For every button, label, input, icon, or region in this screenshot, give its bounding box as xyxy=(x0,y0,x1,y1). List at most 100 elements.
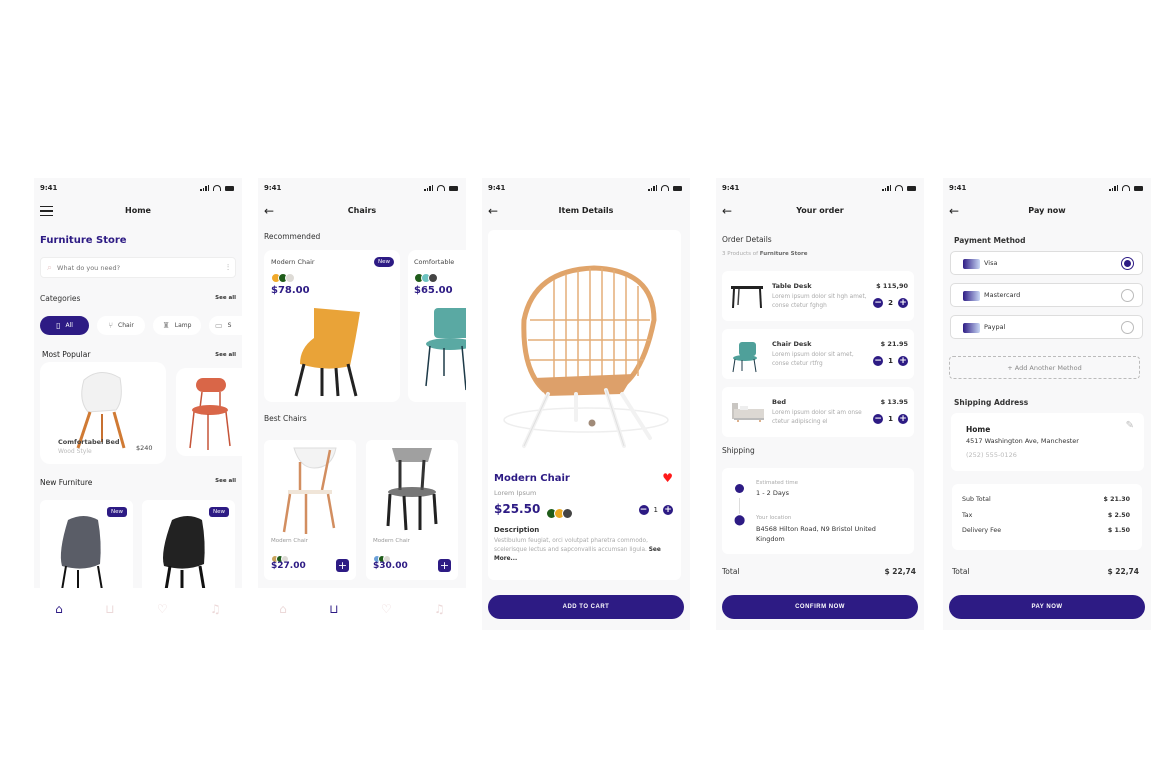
decrease-button[interactable]: − xyxy=(638,505,649,515)
add-method-button[interactable]: + Add Another Method xyxy=(949,356,1140,379)
summary-card: Sub Total $ 21.30 Tax $ 2.50 Delivery Fee $ 1… xyxy=(952,484,1142,550)
filter-icon[interactable]: ⫶ xyxy=(227,263,229,273)
back-arrow-icon[interactable]: ← xyxy=(264,205,274,217)
new-item-card[interactable]: New xyxy=(40,500,133,600)
increase-button[interactable]: + xyxy=(663,505,673,515)
description-body: Vestibulum feugiat, orci volutpat pharet… xyxy=(494,538,648,553)
recommended-card[interactable]: Comfortable $65.00 xyxy=(408,250,466,402)
home-icon[interactable]: ⌂ xyxy=(279,602,287,616)
recommended-heading: Recommended xyxy=(264,232,321,241)
confirm-now-button[interactable]: CONFIRM NOW xyxy=(722,595,918,619)
decrease-button[interactable]: − xyxy=(873,298,884,308)
swatch[interactable] xyxy=(428,273,438,283)
address-card: Home 4517 Washington Ave, Manchester (25… xyxy=(951,413,1144,471)
decrease-button[interactable]: − xyxy=(873,356,884,366)
address-name: Home xyxy=(966,425,991,434)
payment-method-option[interactable]: Paypal xyxy=(950,315,1143,339)
wifi-icon xyxy=(895,185,903,191)
clock-icon xyxy=(735,484,744,493)
order-details-heading: Order Details xyxy=(722,235,772,244)
heart-icon[interactable]: ♡ xyxy=(157,602,168,616)
swatch[interactable] xyxy=(562,508,573,519)
orange-chair-image xyxy=(294,308,360,397)
new-see-all[interactable]: See all xyxy=(215,478,236,484)
address-phone: (252) 555-0126 xyxy=(966,451,1017,459)
decrease-button[interactable]: − xyxy=(873,414,884,424)
new-badge: New xyxy=(374,257,394,267)
header: Home xyxy=(34,206,242,220)
total-value: $ 22,74 xyxy=(1107,567,1139,576)
status-bar: 9:41 xyxy=(40,184,234,194)
order-item-card[interactable]: Table Desk Lorem ipsum dolor sit hgh ame… xyxy=(722,271,914,321)
increase-button[interactable]: + xyxy=(898,414,908,424)
bell-icon[interactable]: ♫ xyxy=(210,602,221,616)
bell-icon[interactable]: ♫ xyxy=(434,602,445,616)
increase-button[interactable]: + xyxy=(898,356,908,366)
popular-subtitle: Wood Style xyxy=(58,448,92,455)
method-label: Mastercard xyxy=(984,291,1021,299)
category-chip-sofa[interactable]: ▭ S xyxy=(209,316,242,335)
search-bar[interactable]: ⌕ ⫶ xyxy=(40,257,236,278)
sub-prefix: 3 Products of xyxy=(722,251,760,257)
category-chip-all[interactable]: ▯ All xyxy=(40,316,89,335)
most-popular-heading: Most Popular xyxy=(42,350,91,359)
brand-title: Furniture Store xyxy=(40,235,127,246)
radio-button[interactable] xyxy=(1121,257,1134,270)
search-input[interactable] xyxy=(57,263,227,272)
search-icon: ⌕ xyxy=(47,262,53,273)
bag-icon[interactable]: ⊔ xyxy=(329,602,338,616)
order-item-card[interactable]: Chair Desk Lorem ipsum dolor sit amet, c… xyxy=(722,329,914,379)
radio-button[interactable] xyxy=(1121,289,1134,302)
back-arrow-icon[interactable]: ← xyxy=(722,205,732,217)
bed-image xyxy=(732,403,764,422)
status-time: 9:41 xyxy=(40,184,58,192)
shipping-card: ⬤ Estimated time 1 - 2 Days Your locatio… xyxy=(722,468,914,554)
page-title: Pay now xyxy=(1028,206,1066,215)
menu-icon[interactable] xyxy=(40,206,53,219)
carousel-indicator[interactable] xyxy=(588,419,596,427)
popular-see-all[interactable]: See all xyxy=(215,352,236,358)
item-desc: Lorem ipsum dolor sit hgh amet, conse ct… xyxy=(772,294,867,309)
summary-row: Tax $ 2.50 xyxy=(962,512,1130,519)
order-item-card[interactable]: Bed Lorem ipsum dolor sit am onse ctetur… xyxy=(722,387,914,437)
categories-see-all[interactable]: See all xyxy=(215,295,236,301)
payment-method-option[interactable]: Mastercard xyxy=(950,283,1143,307)
radio-button[interactable] xyxy=(1121,321,1134,334)
pay-now-button[interactable]: PAY NOW xyxy=(949,595,1145,619)
teal-chair-image xyxy=(425,308,466,391)
best-chair-card[interactable]: Modern Chair $30.00 + xyxy=(366,440,458,580)
add-to-cart-button[interactable]: ADD TO CART xyxy=(488,595,684,619)
payment-method-option[interactable]: Visa xyxy=(950,251,1143,275)
status-time: 9:41 xyxy=(488,184,506,192)
card-icon xyxy=(963,259,980,269)
category-chip-lamp[interactable]: ♜ Lamp xyxy=(153,316,201,335)
home-icon[interactable]: ⌂ xyxy=(55,602,63,616)
signal-icon xyxy=(1109,185,1118,191)
popular-card[interactable] xyxy=(176,368,242,456)
category-chip-chair[interactable]: ⑂ Chair xyxy=(97,316,145,335)
edit-icon[interactable]: ✎ xyxy=(1126,420,1134,431)
new-item-card[interactable]: New xyxy=(142,500,235,600)
increase-button[interactable]: + xyxy=(898,298,908,308)
color-swatches xyxy=(546,504,573,523)
best-chair-card[interactable]: Modern Chair $27.00 + xyxy=(264,440,356,580)
heart-icon[interactable]: ♡ xyxy=(381,602,392,616)
swatch[interactable] xyxy=(285,273,295,283)
favorite-heart-icon[interactable]: ♥ xyxy=(662,471,673,485)
recommended-card[interactable]: Modern Chair New $78.00 xyxy=(264,250,400,402)
chip-label: Chair xyxy=(118,322,134,329)
back-arrow-icon[interactable]: ← xyxy=(488,205,498,217)
add-to-cart-button[interactable]: + xyxy=(336,559,349,572)
wifi-icon xyxy=(437,185,445,191)
popular-card[interactable]: Comfortabel Bed Wood Style $240 xyxy=(40,362,166,464)
item-name: Chair Desk xyxy=(772,340,812,348)
back-arrow-icon[interactable]: ← xyxy=(949,205,959,217)
table-desk-image xyxy=(731,286,763,309)
bottom-nav: ⌂ ⊔ ♡ ♫ xyxy=(34,588,242,630)
add-to-cart-button[interactable]: + xyxy=(438,559,451,572)
summary-row: Sub Total $ 21.30 xyxy=(962,496,1130,503)
total-value: $ 22,74 xyxy=(884,567,916,576)
product-price: $27.00 xyxy=(271,561,306,571)
battery-icon xyxy=(225,185,234,191)
bag-icon[interactable]: ⊔ xyxy=(105,602,114,616)
